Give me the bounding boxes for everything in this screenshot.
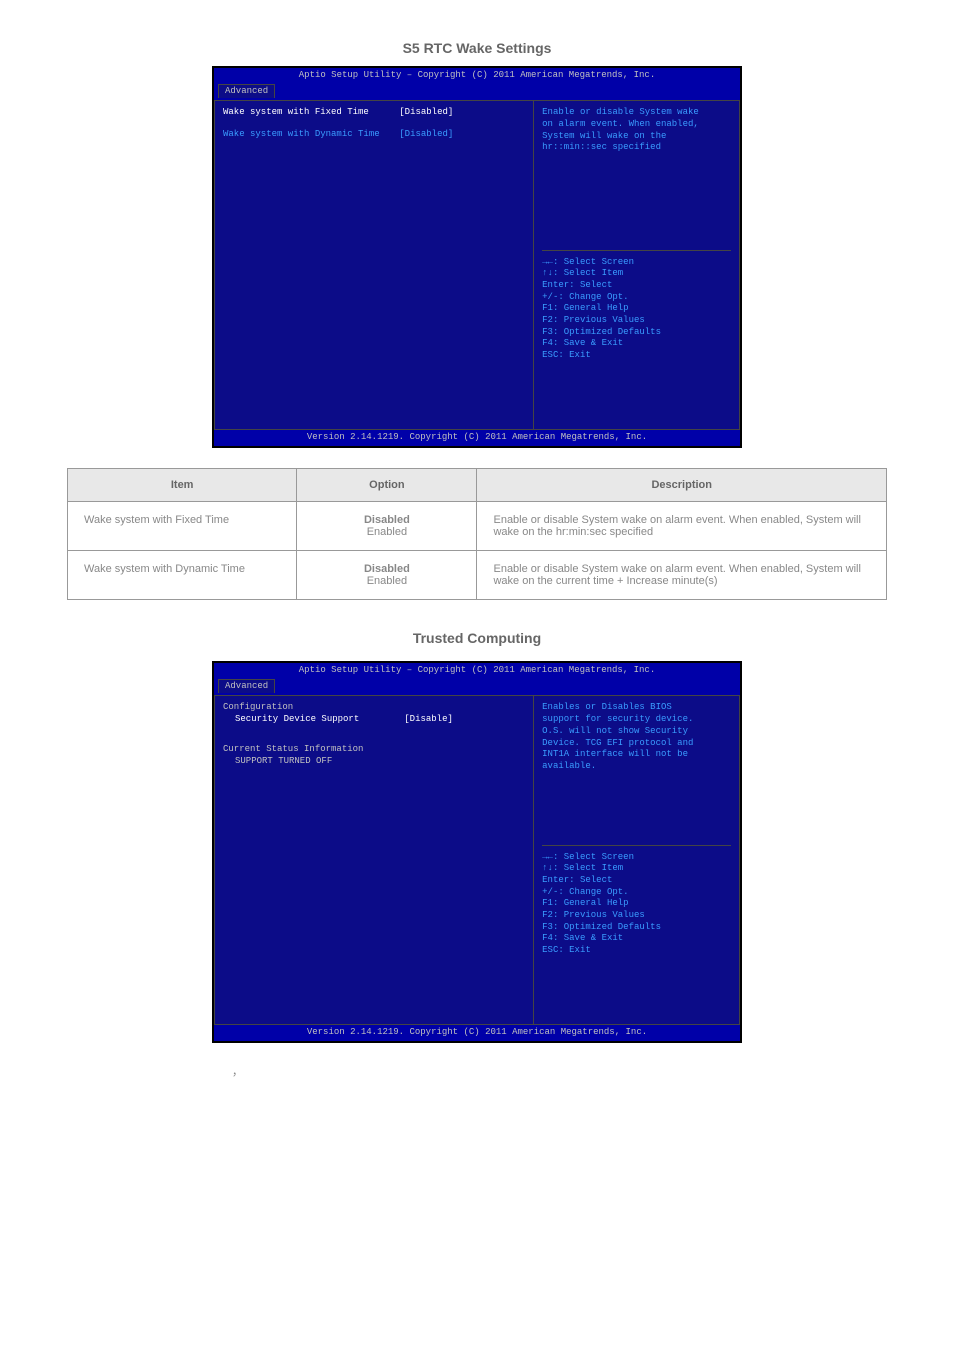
bios-help-pane: Enables or Disables BIOS support for sec… bbox=[534, 696, 739, 1024]
nav-hint: F3: Optimized Defaults bbox=[542, 922, 731, 934]
help-text: support for security device. bbox=[542, 714, 731, 726]
setting-wake-fixed-time[interactable]: Wake system with Fixed Time [Disabled] bbox=[223, 107, 525, 119]
nav-hint: ESC: Exit bbox=[542, 350, 731, 362]
table-header-item: Item bbox=[68, 469, 297, 502]
section-title-trusted: Trusted Computing bbox=[0, 630, 954, 646]
section-label: Configuration bbox=[223, 702, 525, 714]
nav-hint: F1: General Help bbox=[542, 898, 731, 910]
setting-value[interactable]: [Disabled] bbox=[399, 107, 525, 119]
nav-hint: ESC: Exit bbox=[542, 945, 731, 957]
nav-hint: ↑↓: Select Item bbox=[542, 268, 731, 280]
help-text: Device. TCG EFI protocol and bbox=[542, 738, 731, 750]
nav-hint: F2: Previous Values bbox=[542, 315, 731, 327]
nav-hint: F1: General Help bbox=[542, 303, 731, 315]
help-text: Enables or Disables BIOS bbox=[542, 702, 731, 714]
caption-text: ， bbox=[212, 1063, 742, 1079]
bios-screenshot-1: Aptio Setup Utility – Copyright (C) 2011… bbox=[212, 66, 742, 448]
tab-advanced[interactable]: Advanced bbox=[218, 679, 275, 694]
nav-hint: +/-: Change Opt. bbox=[542, 887, 731, 899]
setting-value[interactable]: [Disable] bbox=[404, 714, 525, 726]
setting-wake-dynamic-time[interactable]: Wake system with Dynamic Time [Disabled] bbox=[223, 129, 525, 141]
setting-value[interactable]: [Disabled] bbox=[399, 129, 525, 141]
bios-footer: Version 2.14.1219. Copyright (C) 2011 Am… bbox=[214, 430, 740, 446]
nav-hint: +/-: Change Opt. bbox=[542, 292, 731, 304]
status-text: SUPPORT TURNED OFF bbox=[223, 756, 525, 768]
status-header: Current Status Information bbox=[223, 744, 525, 756]
nav-hint: F4: Save & Exit bbox=[542, 338, 731, 350]
cell-description: Enable or disable System wake on alarm e… bbox=[477, 502, 887, 551]
setting-security-device-support[interactable]: Security Device Support [Disable] bbox=[223, 714, 525, 726]
bios-help-pane: Enable or disable System wake on alarm e… bbox=[534, 101, 739, 429]
bios-settings-pane: Wake system with Fixed Time [Disabled] W… bbox=[215, 101, 534, 429]
table-row: Wake system with Dynamic Time Disabled E… bbox=[68, 551, 887, 600]
bios-header: Aptio Setup Utility – Copyright (C) 2011… bbox=[214, 68, 740, 84]
setting-label: Wake system with Dynamic Time bbox=[223, 129, 399, 141]
bios-tab-row: Advanced bbox=[214, 679, 740, 696]
nav-hint: ↑↓: Select Item bbox=[542, 863, 731, 875]
nav-hint: →←: Select Screen bbox=[542, 852, 731, 864]
cell-option: Disabled Enabled bbox=[297, 551, 477, 600]
tab-advanced[interactable]: Advanced bbox=[218, 84, 275, 99]
help-text: available. bbox=[542, 761, 731, 773]
table-header-option: Option bbox=[297, 469, 477, 502]
cell-item: Wake system with Dynamic Time bbox=[68, 551, 297, 600]
bios-settings-pane: Configuration Security Device Support [D… bbox=[215, 696, 534, 1024]
nav-hint: Enter: Select bbox=[542, 280, 731, 292]
bios-tab-row: Advanced bbox=[214, 84, 740, 101]
cell-option: Disabled Enabled bbox=[297, 502, 477, 551]
settings-description-table: Item Option Description Wake system with… bbox=[67, 468, 887, 600]
setting-label: Security Device Support bbox=[223, 714, 404, 726]
cell-description: Enable or disable System wake on alarm e… bbox=[477, 551, 887, 600]
table-header-description: Description bbox=[477, 469, 887, 502]
nav-hint: F4: Save & Exit bbox=[542, 933, 731, 945]
nav-hint: Enter: Select bbox=[542, 875, 731, 887]
section-title-s5: S5 RTC Wake Settings bbox=[0, 40, 954, 56]
nav-hint: →←: Select Screen bbox=[542, 257, 731, 269]
help-text: O.S. will not show Security bbox=[542, 726, 731, 738]
nav-hint: F2: Previous Values bbox=[542, 910, 731, 922]
bios-footer: Version 2.14.1219. Copyright (C) 2011 Am… bbox=[214, 1025, 740, 1041]
nav-hint: F3: Optimized Defaults bbox=[542, 327, 731, 339]
table-row: Wake system with Fixed Time Disabled Ena… bbox=[68, 502, 887, 551]
bios-header: Aptio Setup Utility – Copyright (C) 2011… bbox=[214, 663, 740, 679]
help-text: Enable or disable System wake bbox=[542, 107, 731, 119]
cell-item: Wake system with Fixed Time bbox=[68, 502, 297, 551]
help-text: hr::min::sec specified bbox=[542, 142, 731, 154]
bios-screenshot-2: Aptio Setup Utility – Copyright (C) 2011… bbox=[212, 661, 742, 1043]
setting-label: Wake system with Fixed Time bbox=[223, 107, 399, 119]
help-text: System will wake on the bbox=[542, 131, 731, 143]
help-text: INT1A interface will not be bbox=[542, 749, 731, 761]
help-text: on alarm event. When enabled, bbox=[542, 119, 731, 131]
